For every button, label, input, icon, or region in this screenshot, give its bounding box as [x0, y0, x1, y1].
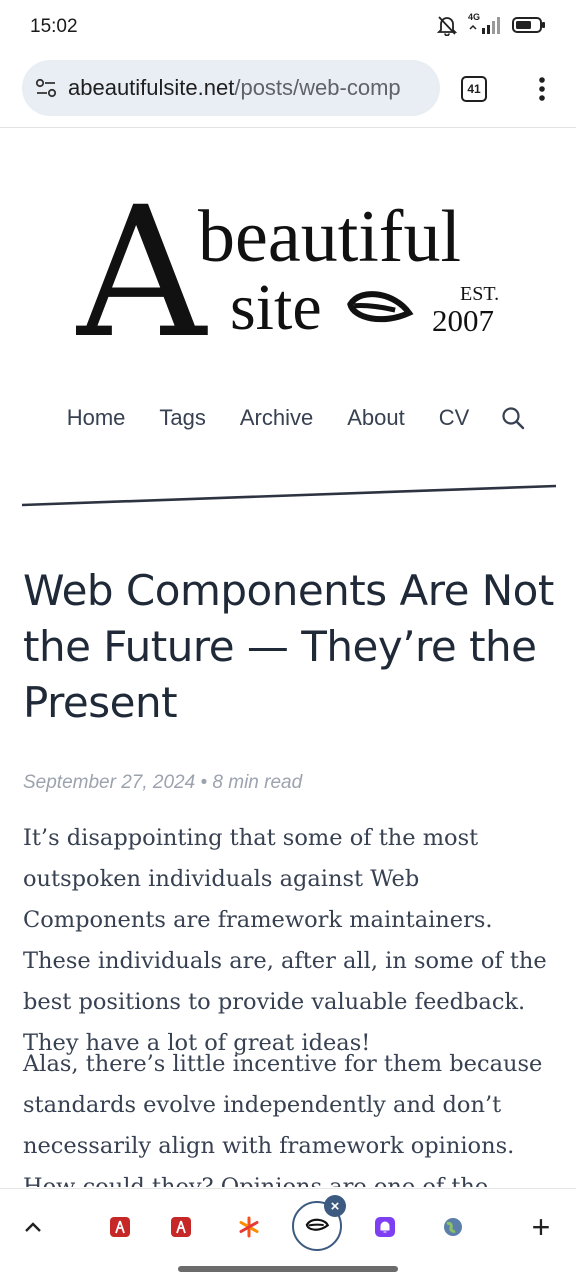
- leaf-icon: [305, 1218, 329, 1231]
- bell-app-icon: [375, 1217, 395, 1237]
- nav-archive[interactable]: Archive: [240, 405, 313, 431]
- tabs-icon[interactable]: 41: [461, 76, 487, 102]
- site-info-icon[interactable]: [34, 76, 58, 100]
- nav-home[interactable]: Home: [67, 405, 126, 431]
- logo-est: EST.: [460, 283, 499, 305]
- web-page: A beautiful site EST. 2007 Home Tags Arc…: [0, 129, 576, 1187]
- leaf-icon: [347, 291, 414, 323]
- url-path: /posts/web-comp: [234, 75, 401, 100]
- url-domain: abeautifulsite.net: [68, 75, 235, 100]
- article-paragraph: It’s disappointing that some of the most…: [23, 825, 547, 1056]
- logo-big-letter: A: [76, 191, 208, 351]
- tab-favicon[interactable]: [229, 1207, 269, 1247]
- meta-separator: •: [200, 772, 208, 793]
- signal-icon: 4G: [468, 12, 502, 36]
- status-time: 15:02: [30, 16, 78, 37]
- globe-icon: [444, 1218, 462, 1236]
- bell-off-icon: [436, 16, 458, 36]
- article-date: September 27, 2024: [23, 772, 196, 793]
- logo-line2: site: [230, 271, 322, 344]
- tab-favicon[interactable]: [365, 1207, 405, 1247]
- search-icon[interactable]: [500, 405, 526, 431]
- battery-icon: [512, 17, 545, 33]
- tab-favicon[interactable]: [161, 1207, 201, 1247]
- nav-about[interactable]: About: [347, 405, 405, 431]
- url-text[interactable]: abeautifulsite.net/posts/web-comp: [68, 75, 401, 101]
- article-paragraph: Alas, there’s little incentive for them …: [23, 1051, 543, 1187]
- article-meta: September 27, 2024 • 8 min read: [23, 772, 302, 794]
- browser-toolbar: abeautifulsite.net/posts/web-comp 41: [0, 56, 576, 128]
- tab-favicon[interactable]: [433, 1207, 473, 1247]
- site-logo[interactable]: A beautiful site EST. 2007: [74, 169, 506, 378]
- logo-year: 2007: [432, 303, 494, 338]
- more-menu-icon[interactable]: [530, 74, 554, 104]
- home-indicator[interactable]: [178, 1266, 398, 1272]
- article-title: Web Components Are Not the Future — They…: [23, 566, 554, 727]
- divider: [22, 484, 556, 507]
- status-bar: 15:02 4G: [0, 0, 576, 56]
- main-nav: Home Tags Archive About CV: [0, 405, 576, 431]
- asterisk-icon: [239, 1216, 259, 1238]
- nav-tags[interactable]: Tags: [159, 405, 205, 431]
- logo-graphic: A beautiful site EST. 2007: [74, 169, 499, 378]
- logo-line1: beautiful: [198, 196, 461, 278]
- status-icons: 4G: [436, 12, 546, 36]
- new-tab-label: +: [531, 1209, 551, 1245]
- address-bar[interactable]: abeautifulsite.net/posts/web-comp: [22, 60, 440, 116]
- new-tab-icon[interactable]: +: [521, 1207, 561, 1247]
- nav-cv[interactable]: CV: [439, 405, 470, 431]
- tab-favicon[interactable]: [100, 1207, 140, 1247]
- tower-icon: [110, 1217, 130, 1237]
- article-read-time: 8 min read: [212, 772, 303, 793]
- chevron-up-icon[interactable]: [13, 1207, 53, 1247]
- close-tab-icon[interactable]: ×: [324, 1195, 346, 1217]
- tower-icon: [171, 1217, 191, 1237]
